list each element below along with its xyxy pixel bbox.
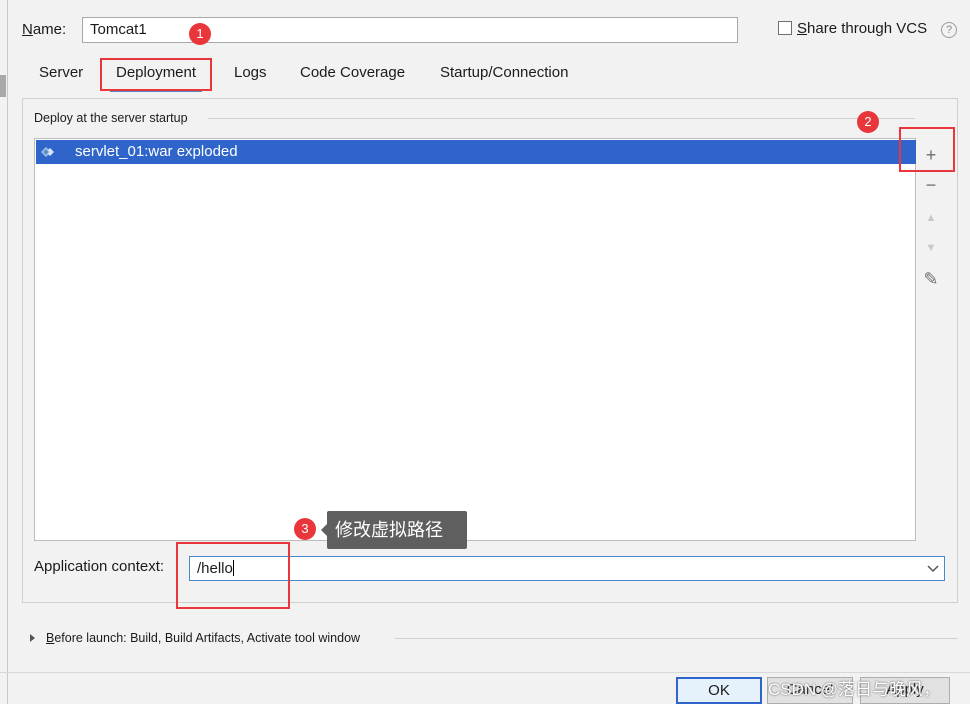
group-separator	[208, 118, 915, 119]
watermark: CSDN @落日与晚风，	[768, 680, 941, 699]
left-panel-marker	[0, 75, 6, 97]
deploy-group-title: Deploy at the server startup	[34, 111, 188, 125]
list-item-label: servlet_01:war exploded	[75, 143, 238, 160]
highlight-deployment-tab	[100, 58, 212, 91]
annotation-badge-1: 1	[189, 23, 211, 45]
application-context-input[interactable]: /hello	[189, 556, 945, 581]
expand-arrow-icon[interactable]	[30, 634, 35, 642]
deployment-list[interactable]: servlet_01:war exploded	[34, 138, 916, 541]
list-item[interactable]: servlet_01:war exploded	[36, 140, 916, 164]
move-down-icon: ▼	[925, 242, 937, 254]
edit-icon[interactable]: ✎	[918, 266, 944, 292]
highlight-context-input	[176, 542, 290, 609]
annotation-tooltip: 修改虚拟路径	[321, 511, 467, 549]
artifact-icon	[41, 147, 54, 157]
application-context-label: Application context:	[34, 558, 165, 575]
chevron-down-icon[interactable]	[925, 561, 941, 575]
share-vcs-label[interactable]: Share through VCS	[797, 20, 927, 37]
name-label: Name:	[22, 21, 67, 38]
help-icon[interactable]: ?	[941, 22, 957, 38]
annotation-badge-2: 2	[857, 111, 879, 133]
left-panel-edge	[0, 0, 8, 704]
remove-icon[interactable]: −	[918, 172, 944, 198]
tab-logs[interactable]: Logs	[228, 60, 273, 92]
name-input[interactable]: Tomcat1	[82, 17, 738, 43]
tab-server[interactable]: Server	[33, 60, 89, 92]
ok-button[interactable]: OK	[676, 677, 762, 704]
highlight-add-button	[899, 127, 955, 172]
move-up-icon: ▲	[925, 212, 937, 224]
annotation-badge-3: 3	[294, 518, 316, 540]
tab-code-coverage[interactable]: Code Coverage	[294, 60, 411, 92]
share-vcs-checkbox[interactable]	[778, 21, 792, 35]
before-launch-label[interactable]: Before launch: Build, Build Artifacts, A…	[46, 631, 360, 645]
tab-startup-connection[interactable]: Startup/Connection	[434, 60, 574, 92]
footer-divider	[0, 672, 970, 673]
before-launch-separator	[395, 638, 958, 639]
